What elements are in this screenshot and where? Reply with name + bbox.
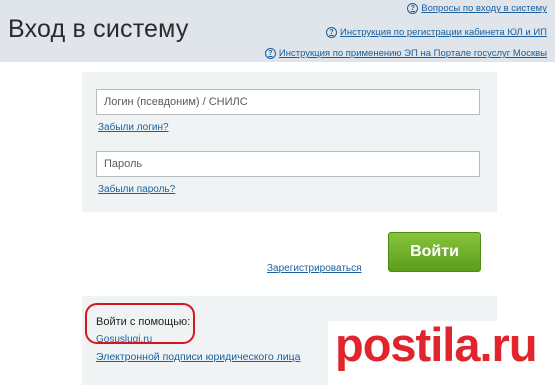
help-link-label: Инструкция по регистрации кабинета ЮЛ и … [340, 27, 547, 38]
page-title: Вход в систему [8, 15, 189, 43]
highlight-outline [85, 303, 195, 344]
forgot-password-link[interactable]: Забыли пароль? [98, 184, 175, 195]
register-link[interactable]: Зарегистрироваться [267, 263, 362, 274]
help-link-signature-guide[interactable]: ? Инструкция по применению ЭП на Портале… [264, 48, 547, 59]
help-link-registration-guide[interactable]: ? Инструкция по регистрации кабинета ЮЛ … [326, 27, 547, 38]
watermark-text: postila.ru [335, 318, 538, 371]
question-icon: ? [407, 3, 419, 14]
page-header: Вход в систему ? Вопросы по входу в сист… [0, 0, 555, 62]
login-input[interactable] [96, 89, 480, 115]
help-link-label: Вопросы по входу в систему [421, 3, 547, 14]
help-link-login-questions[interactable]: ? Вопросы по входу в систему [407, 3, 547, 14]
forgot-login-link[interactable]: Забыли логин? [98, 122, 169, 133]
password-input[interactable] [96, 151, 480, 177]
question-icon: ? [264, 48, 276, 59]
login-button[interactable]: Войти [388, 232, 481, 272]
watermark: postila.ru [328, 318, 555, 385]
help-link-label: Инструкция по применению ЭП на Портале г… [278, 48, 547, 59]
login-panel: Забыли логин? Забыли пароль? [82, 72, 497, 212]
question-icon: ? [326, 27, 338, 38]
digital-signature-link[interactable]: Электронной подписи юридического лица [96, 351, 300, 363]
